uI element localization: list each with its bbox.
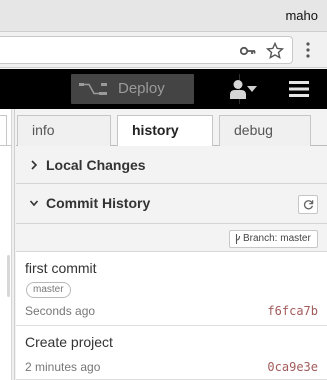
deploy-button[interactable]: Deploy xyxy=(71,74,257,104)
refresh-icon xyxy=(303,200,314,210)
commit-history-title: Commit History xyxy=(46,195,151,211)
commit-message: first commit xyxy=(25,260,97,276)
tab-debug[interactable]: debug xyxy=(219,115,311,146)
caret-down-icon[interactable] xyxy=(247,86,257,92)
browser-toolbar xyxy=(0,32,327,68)
refresh-button[interactable] xyxy=(298,195,318,214)
user-icon[interactable] xyxy=(229,79,247,99)
branch-icon xyxy=(235,234,241,244)
commit-item[interactable]: first commit master Seconds ago f6fca7b xyxy=(16,252,327,326)
local-changes-header[interactable]: Local Changes xyxy=(16,146,327,184)
branch-row: Branch: master xyxy=(16,224,327,252)
tab-history[interactable]: history xyxy=(117,115,213,147)
branch-button[interactable]: Branch: master xyxy=(229,230,318,248)
key-icon[interactable] xyxy=(240,43,256,59)
tab-debug-label: debug xyxy=(234,122,273,138)
tab-history-label: history xyxy=(132,122,179,138)
chevron-right-icon xyxy=(31,160,38,170)
commit-message: Create project xyxy=(25,334,113,350)
tab-info-label: info xyxy=(32,122,55,138)
os-user-name[interactable]: maho xyxy=(285,8,318,23)
sidebar: info history debug Local Changes Commit … xyxy=(16,109,327,380)
app-header: Deploy xyxy=(0,69,327,109)
browser-menu-icon[interactable] xyxy=(305,41,311,59)
branch-tag: master xyxy=(26,282,71,298)
deploy-icon xyxy=(79,83,107,95)
star-icon[interactable] xyxy=(266,42,284,60)
chevron-down-icon xyxy=(29,200,39,207)
commit-time: 2 minutes ago xyxy=(25,360,101,374)
hamburger-icon[interactable] xyxy=(289,81,309,97)
tab-info[interactable]: info xyxy=(17,115,111,146)
workspace-edge xyxy=(0,109,12,380)
branch-label: Branch: master xyxy=(243,233,311,244)
address-bar[interactable] xyxy=(0,36,293,64)
commit-time: Seconds ago xyxy=(25,304,96,318)
workspace-tab[interactable] xyxy=(0,115,7,145)
commit-sha[interactable]: 0ca9e3e xyxy=(267,360,318,374)
commit-item[interactable]: Create project 2 minutes ago 0ca9e3e xyxy=(16,326,327,380)
deploy-label: Deploy xyxy=(118,80,165,97)
commit-sha[interactable]: f6fca7b xyxy=(267,304,318,318)
sidebar-splitter[interactable] xyxy=(12,109,15,380)
sidebar-tabs: info history debug xyxy=(16,109,327,147)
commit-history-header[interactable]: Commit History xyxy=(16,184,327,224)
local-changes-title: Local Changes xyxy=(46,157,146,173)
workspace-tab-divider xyxy=(0,145,12,146)
splitter-grip[interactable] xyxy=(7,255,10,297)
os-menu-bar: maho xyxy=(0,0,327,32)
